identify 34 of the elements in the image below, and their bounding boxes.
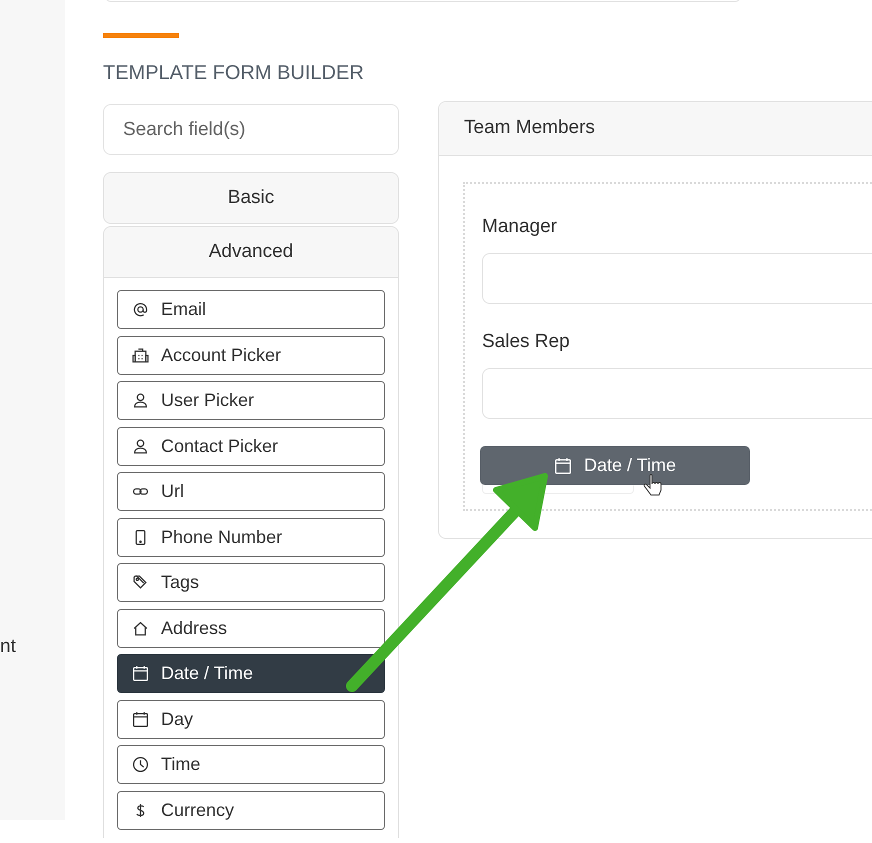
search-field[interactable]: Search field(s): [103, 104, 399, 155]
building-icon: [132, 346, 149, 364]
dragged-field-item[interactable]: Date / Time: [480, 446, 750, 485]
hand-cursor-icon: [644, 474, 662, 496]
person-icon: [132, 392, 149, 409]
text-input[interactable]: [482, 368, 872, 419]
accordion-header[interactable]: Advanced: [103, 226, 399, 278]
field-type-item[interactable]: Email: [117, 290, 385, 329]
field-type-item[interactable]: Account Picker: [117, 336, 385, 374]
field-type-item[interactable]: Day: [117, 700, 385, 738]
field-type-item[interactable]: Address: [117, 608, 385, 648]
clock-icon: [132, 756, 149, 773]
page-title: TEMPLATE FORM BUILDER: [103, 61, 365, 86]
calendar-icon: [554, 456, 572, 474]
field-type-item[interactable]: Tags: [117, 563, 385, 602]
field-type-item[interactable]: Date / Time: [117, 654, 385, 693]
calendar-icon: [132, 710, 149, 728]
tag-icon: [132, 574, 149, 591]
panel-text: nt: [0, 635, 16, 659]
section-header: Team Members: [439, 102, 872, 156]
field-label: Sales Rep: [482, 330, 571, 354]
calendar-icon: [132, 665, 149, 682]
person-icon: [132, 438, 149, 454]
field-type-item[interactable]: Contact Picker: [117, 426, 385, 466]
field-type-item[interactable]: Time: [117, 745, 385, 784]
field-type-item[interactable]: Currency: [117, 790, 385, 830]
house-icon: [132, 620, 149, 636]
accordion-header[interactable]: Basic: [103, 172, 399, 224]
field-type-item[interactable]: Phone Number: [117, 518, 385, 556]
text-input[interactable]: [482, 253, 872, 304]
field-label: Manager: [482, 215, 558, 239]
at-sign-icon: [132, 301, 149, 318]
field-type-item[interactable]: Url: [117, 472, 385, 511]
field-type-item[interactable]: User Picker: [117, 381, 385, 420]
